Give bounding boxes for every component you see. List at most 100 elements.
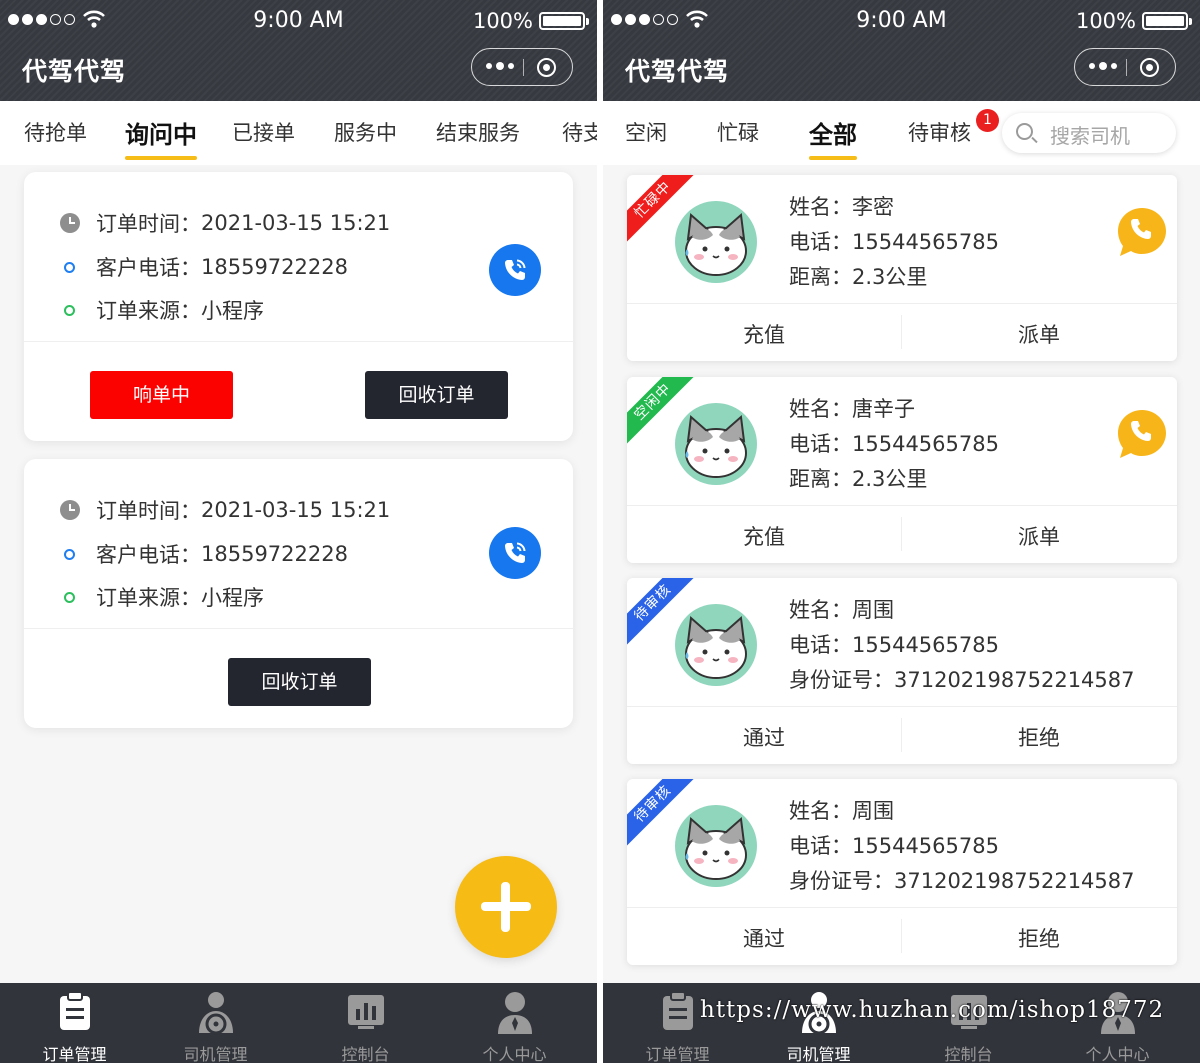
driver-detail-row: 距离：2.3公里	[789, 261, 927, 291]
nav-dashboard[interactable]: 控制台	[894, 983, 1043, 1063]
driver-card: 待审核 姓名：周围 电话：15544565785 身份证号：3712021987522…	[627, 779, 1177, 965]
dot-icon	[64, 304, 75, 316]
dot-icon	[64, 261, 75, 273]
tab-busy[interactable]: 忙碌	[717, 117, 759, 147]
app-title: 代驾代驾	[22, 57, 127, 86]
order-source-row: 订单来源： 小程序	[60, 582, 264, 612]
driver-phone: 15544565785	[852, 432, 999, 456]
driver-action-left-button[interactable]: 充值	[627, 521, 901, 551]
clipboard-icon	[59, 991, 90, 1030]
driver-management-screen: 9:00 AM 100% 代驾代驾 空闲 忙碌 全部 待审核 1 搜索司机 忙碌…	[603, 0, 1200, 1063]
search-icon	[1016, 123, 1033, 140]
driver-action-right-button[interactable]: 拒绝	[902, 722, 1176, 752]
tab-inquiring[interactable]: 询问中	[125, 115, 197, 160]
driver-action-right-button[interactable]: 拒绝	[902, 923, 1176, 953]
more-icon[interactable]	[486, 62, 514, 70]
responding-button[interactable]: 响单中	[90, 371, 233, 419]
driver-name-row: 姓名：周围	[789, 795, 894, 825]
call-driver-button[interactable]	[1115, 407, 1169, 465]
driver-action-left-button[interactable]: 通过	[627, 923, 901, 953]
tab-idle[interactable]: 空闲	[625, 117, 667, 147]
driver-name-label: 姓名：	[789, 397, 852, 421]
battery-percent: 100%	[472, 9, 533, 33]
driver-detail: 371202198752214587	[894, 869, 1135, 893]
avatar	[675, 403, 757, 485]
driver-name-row: 姓名：周围	[789, 594, 894, 624]
close-target-icon[interactable]	[537, 58, 556, 77]
tab-accepted[interactable]: 已接单	[232, 117, 295, 147]
header: 9:00 AM 100% 代驾代驾	[0, 0, 597, 101]
search-driver-input[interactable]: 搜索司机	[1002, 113, 1176, 153]
search-placeholder: 搜索司机	[1050, 124, 1130, 148]
more-icon[interactable]	[1089, 62, 1117, 70]
order-management-screen: 9:00 AM 100% 代驾代驾 待抢单 询问中 已接单 服务中 结束服务 待…	[0, 0, 597, 1063]
nav-label: 控制台	[341, 1045, 390, 1063]
nav-label: 订单管理	[645, 1045, 710, 1063]
order-card: 订单时间： 2021-03-15 15:21 客户电话： 18559722228…	[24, 459, 573, 728]
nav-order-management[interactable]: 订单管理	[603, 983, 752, 1063]
driver-detail-label: 身份证号：	[789, 869, 894, 893]
call-driver-button[interactable]	[1115, 205, 1169, 263]
driver-name: 李密	[852, 195, 894, 219]
driver-phone: 15544565785	[852, 834, 999, 858]
tab-pending-review[interactable]: 待审核	[908, 117, 971, 147]
clock-icon	[60, 500, 80, 520]
driver-status-tabs: 空闲 忙碌 全部 待审核 1 搜索司机	[603, 101, 1200, 165]
tab-in-service[interactable]: 服务中	[334, 117, 397, 147]
driver-action-left-button[interactable]: 通过	[627, 722, 901, 752]
driver-phone-label: 电话：	[789, 230, 852, 254]
tab-service-ended[interactable]: 结束服务	[436, 117, 520, 147]
recycle-order-button[interactable]: 回收订单	[365, 371, 508, 419]
order-time-label: 订单时间：	[96, 212, 201, 236]
miniprogram-capsule[interactable]	[471, 48, 573, 86]
driver-name: 唐辛子	[852, 397, 915, 421]
driver-phone-row: 电话：15544565785	[789, 830, 999, 860]
driver-detail-label: 距离：	[789, 467, 852, 491]
nav-label: 个人中心	[482, 1045, 547, 1063]
order-time-label: 订单时间：	[96, 499, 201, 523]
driver-action-left-button[interactable]: 充值	[627, 319, 901, 349]
call-customer-button[interactable]	[489, 527, 541, 579]
nav-label: 司机管理	[786, 1045, 851, 1063]
customer-phone-label: 客户电话：	[96, 543, 201, 567]
driver-name: 周围	[852, 799, 894, 823]
driver-detail-row: 身份证号：371202198752214587	[789, 865, 1135, 895]
order-time-value: 2021-03-15 15:21	[201, 498, 391, 522]
close-target-icon[interactable]	[1140, 58, 1159, 77]
nav-personal-center[interactable]: 个人中心	[440, 983, 589, 1063]
nav-driver-management[interactable]: 司机管理	[744, 983, 893, 1063]
avatar	[675, 604, 757, 686]
order-source-label: 订单来源：	[96, 299, 201, 323]
driver-card: 忙碌中 姓名：李密 电话：15544565785 距离：2.3公里 充值 派单	[627, 175, 1177, 361]
recycle-order-button[interactable]: 回收订单	[228, 658, 371, 706]
app-title: 代驾代驾	[625, 57, 730, 86]
driver-action-right-button[interactable]: 派单	[902, 521, 1176, 551]
nav-dashboard[interactable]: 控制台	[291, 983, 440, 1063]
status-bar: 9:00 AM 100%	[603, 6, 1200, 34]
driver-card: 空闲中 姓名：唐辛子 电话：15544565785 距离：2.3公里 充值 派单	[627, 377, 1177, 563]
battery-icon	[539, 12, 589, 30]
miniprogram-capsule[interactable]	[1074, 48, 1176, 86]
clock-icon	[60, 213, 80, 233]
tab-all[interactable]: 全部	[809, 115, 857, 160]
tab-pending-payment[interactable]: 待支	[562, 117, 597, 147]
driver-phone: 15544565785	[852, 230, 999, 254]
chat-phone-icon	[1115, 208, 1169, 263]
bottom-nav: 订单管理 司机管理 控制台 个人中心	[603, 983, 1200, 1063]
order-source-value: 小程序	[201, 299, 264, 323]
driver-phone-label: 电话：	[789, 432, 852, 456]
driver-name-label: 姓名：	[789, 195, 852, 219]
nav-order-management[interactable]: 订单管理	[0, 983, 149, 1063]
driver-detail-row: 身份证号：371202198752214587	[789, 664, 1135, 694]
driver-icon	[198, 992, 233, 1035]
phone-icon	[505, 259, 526, 280]
driver-action-right-button[interactable]: 派单	[902, 319, 1176, 349]
driver-phone-label: 电话：	[789, 834, 852, 858]
driver-phone-row: 电话：15544565785	[789, 226, 999, 256]
nav-personal-center[interactable]: 个人中心	[1043, 983, 1192, 1063]
customer-phone-label: 客户电话：	[96, 256, 201, 280]
nav-driver-management[interactable]: 司机管理	[141, 983, 290, 1063]
tab-pending-grab[interactable]: 待抢单	[24, 117, 87, 147]
call-customer-button[interactable]	[489, 244, 541, 296]
add-order-button[interactable]	[455, 856, 557, 958]
